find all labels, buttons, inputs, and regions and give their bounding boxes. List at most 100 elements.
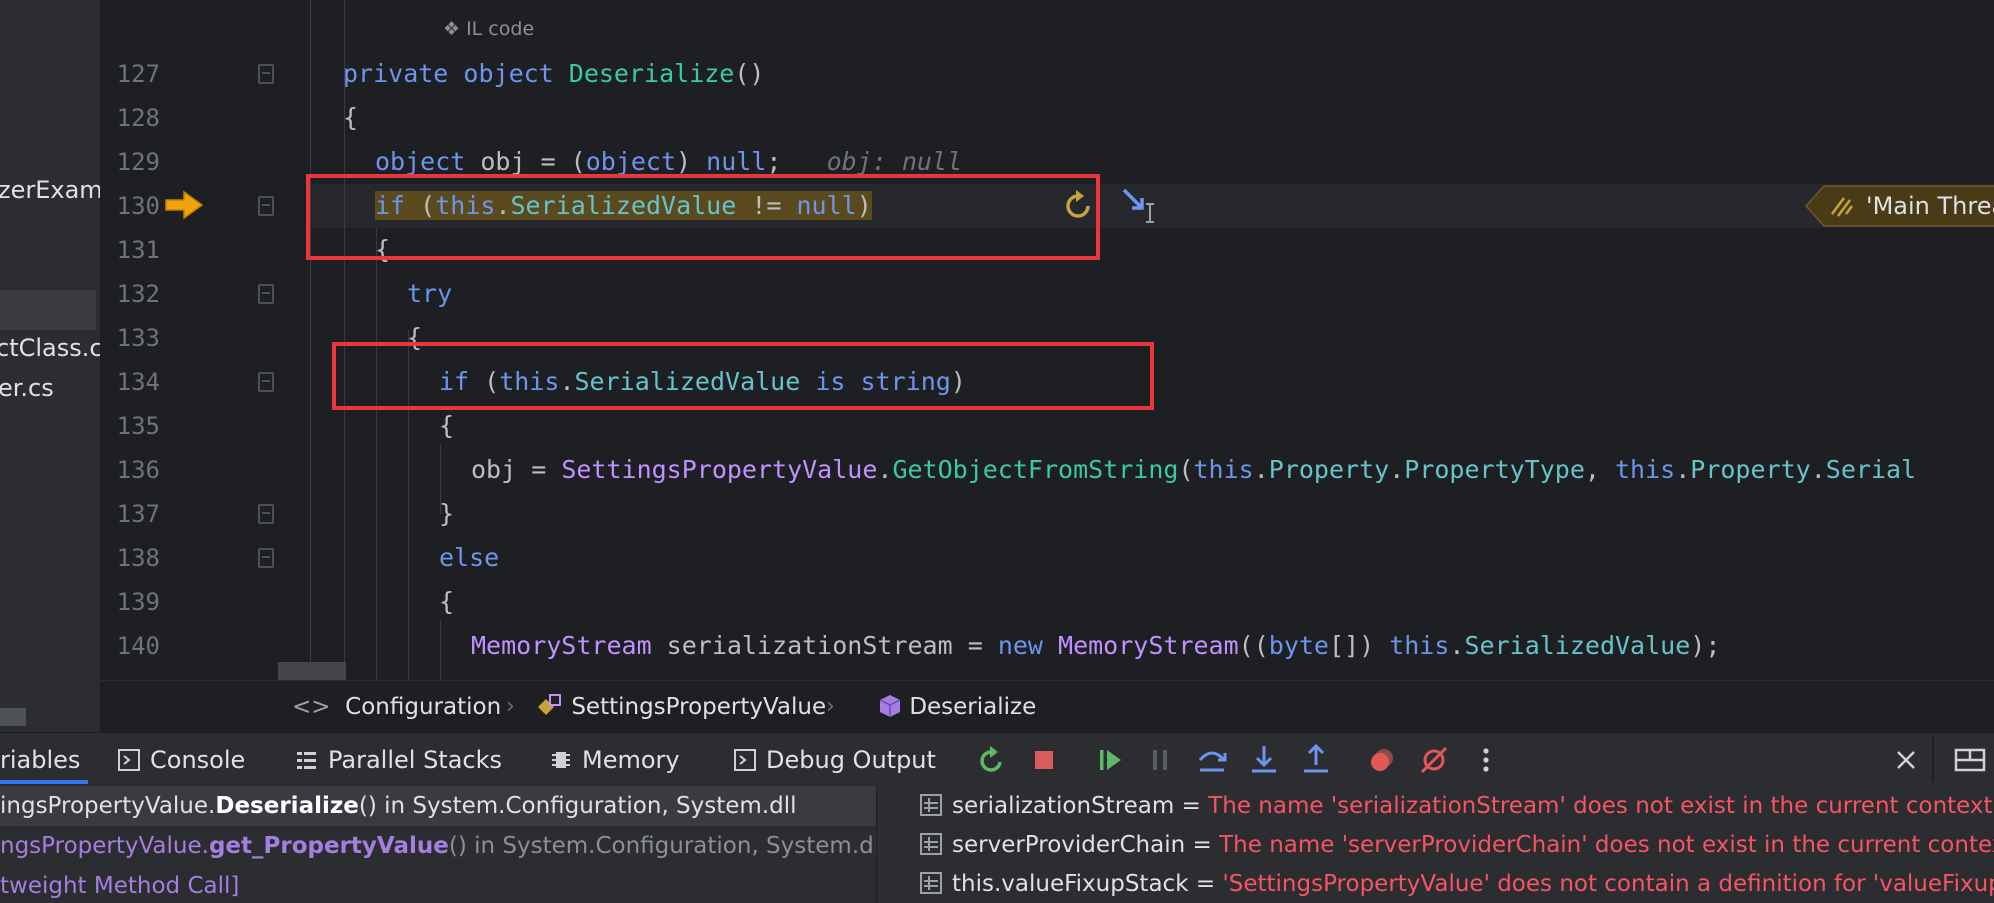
- line-number[interactable]: 139: [100, 588, 160, 616]
- code-token: SerializedValue: [1464, 631, 1691, 660]
- code-token: (): [734, 59, 765, 88]
- code-token: .: [1253, 455, 1269, 484]
- code-token: SettingsPropertyValue: [561, 455, 878, 484]
- tab-memory[interactable]: Memory: [550, 733, 680, 787]
- step-into-icon[interactable]: [1244, 740, 1284, 780]
- frame-item[interactable]: ingsPropertyValue.Deserialize() in Syste…: [0, 787, 797, 825]
- line-number[interactable]: 131: [100, 236, 160, 264]
- step-out-icon[interactable]: [1296, 740, 1336, 780]
- tab-debug-output[interactable]: Debug Output: [734, 733, 936, 787]
- line-number[interactable]: 127: [100, 60, 160, 88]
- execution-point-arrow-icon: [165, 190, 204, 220]
- fold-marker-icon[interactable]: [258, 504, 274, 524]
- line-number[interactable]: 128: [100, 104, 160, 132]
- fold-marker-icon[interactable]: [258, 196, 274, 216]
- frame-item[interactable]: tweight Method Call]: [0, 867, 239, 903]
- code-token: MemoryStream: [471, 631, 667, 660]
- tree-scrollbar[interactable]: [0, 708, 26, 726]
- toolbar-divider: [1932, 736, 1934, 782]
- tree-item[interactable]: ctClass.cs: [0, 334, 100, 362]
- code-token: Property: [1690, 455, 1811, 484]
- line-number[interactable]: 136: [100, 456, 160, 484]
- code-token: this: [1389, 631, 1450, 660]
- code-line: {: [439, 580, 454, 624]
- view-breakpoints-icon[interactable]: [1362, 740, 1402, 780]
- line-number[interactable]: 129: [100, 148, 160, 176]
- code-token: this: [1193, 455, 1254, 484]
- code-token: .: [1389, 455, 1405, 484]
- fold-marker-icon[interactable]: [258, 64, 274, 84]
- breadcrumb-item-namespace[interactable]: <> Configuration: [292, 681, 501, 733]
- code-token: Deserialize: [568, 59, 735, 88]
- watch-item[interactable]: serverProviderChain = The name 'serverPr…: [920, 826, 1994, 864]
- tree-selection: [0, 290, 96, 330]
- line-number[interactable]: 132: [100, 280, 160, 308]
- class-icon: [538, 694, 561, 715]
- code-token: Property: [1268, 455, 1390, 484]
- code-line: try: [407, 272, 452, 316]
- line-number[interactable]: 137: [100, 500, 160, 528]
- tree-item[interactable]: er.cs: [0, 374, 54, 402]
- code-token: .: [1675, 455, 1691, 484]
- close-icon[interactable]: [1886, 740, 1926, 780]
- code-token: ((: [1238, 631, 1269, 660]
- pause-icon[interactable]: [1140, 740, 1180, 780]
- code-token: PropertyType: [1404, 455, 1585, 484]
- code-token: GetObjectFromString: [892, 455, 1179, 484]
- breadcrumb-item-class[interactable]: SettingsPropertyValue: [536, 681, 826, 733]
- fold-marker-icon[interactable]: [258, 284, 274, 304]
- line-number[interactable]: 130: [100, 192, 160, 220]
- tree-item[interactable]: zerExamp: [0, 176, 100, 204]
- il-code-link[interactable]: ❖ IL code: [443, 18, 534, 40]
- stop-icon[interactable]: [1024, 740, 1064, 780]
- frame-item[interactable]: ngsPropertyValue.get_PropertyValue() in …: [0, 827, 876, 865]
- breadcrumb-separator-icon: ›: [506, 694, 515, 719]
- project-tree-panel: zerExamp ctClass.cs er.cs: [0, 0, 100, 732]
- variables-watches: serializationStream = The name 'serializ…: [890, 786, 1994, 903]
- tab-parallel-stacks[interactable]: Parallel Stacks: [296, 733, 502, 787]
- indent-guide: [440, 620, 441, 680]
- code-line: private object Deserialize(): [343, 52, 764, 96]
- code-token: try: [407, 279, 453, 308]
- more-options-icon[interactable]: [1466, 740, 1506, 780]
- editor-scroll-thumb[interactable]: [278, 662, 346, 680]
- rerun-icon[interactable]: [972, 740, 1012, 780]
- line-number[interactable]: 140: [100, 632, 160, 660]
- breadcrumb: <> Configuration › SettingsPropertyValue…: [100, 680, 1994, 732]
- watch-item[interactable]: this.valueFixupStack = 'SettingsProperty…: [920, 865, 1994, 903]
- code-line: }: [439, 492, 454, 536]
- code-token: ;: [766, 147, 782, 176]
- code-token: {: [439, 411, 455, 440]
- tab-console[interactable]: Console: [118, 733, 245, 787]
- watch-item[interactable]: serializationStream = The name 'serializ…: [920, 787, 1993, 825]
- panel-splitter[interactable]: [876, 786, 890, 903]
- code-editor[interactable]: 127 128 129 130 131 132 133 134 135 136 137 138 139 1…: [100, 0, 1994, 680]
- watch-icon: [920, 872, 942, 894]
- code-token: }: [439, 499, 455, 528]
- inline-value-hint: obj: null: [826, 147, 963, 176]
- indent-guide: [310, 0, 311, 680]
- run-to-cursor-icon[interactable]: [1060, 188, 1096, 224]
- code-token: .: [1810, 455, 1826, 484]
- code-token: .: [877, 455, 893, 484]
- code-token: null: [706, 147, 767, 176]
- active-tab-indicator: [0, 780, 88, 784]
- step-over-icon[interactable]: [1192, 740, 1232, 780]
- line-number[interactable]: 138: [100, 544, 160, 572]
- code-token: Serial: [1825, 455, 1917, 484]
- mute-breakpoints-icon[interactable]: [1414, 740, 1454, 780]
- line-number[interactable]: 134: [100, 368, 160, 396]
- force-step-into-icon[interactable]: [1120, 186, 1160, 226]
- resume-icon[interactable]: [1090, 740, 1130, 780]
- line-number[interactable]: 135: [100, 412, 160, 440]
- layout-icon[interactable]: [1950, 740, 1990, 780]
- code-line: {: [343, 96, 358, 140]
- code-token: object: [375, 147, 481, 176]
- output-icon: [734, 749, 756, 771]
- line-number[interactable]: 133: [100, 324, 160, 352]
- breadcrumb-item-method[interactable]: Deserialize: [878, 681, 1036, 733]
- fold-marker-icon[interactable]: [258, 548, 274, 568]
- fold-marker-icon[interactable]: [258, 372, 274, 392]
- tab-variables[interactable]: riables: [0, 733, 80, 787]
- editor-gutter[interactable]: 127 128 129 130 131 132 133 134 135 136 137 138 139 1…: [100, 0, 310, 680]
